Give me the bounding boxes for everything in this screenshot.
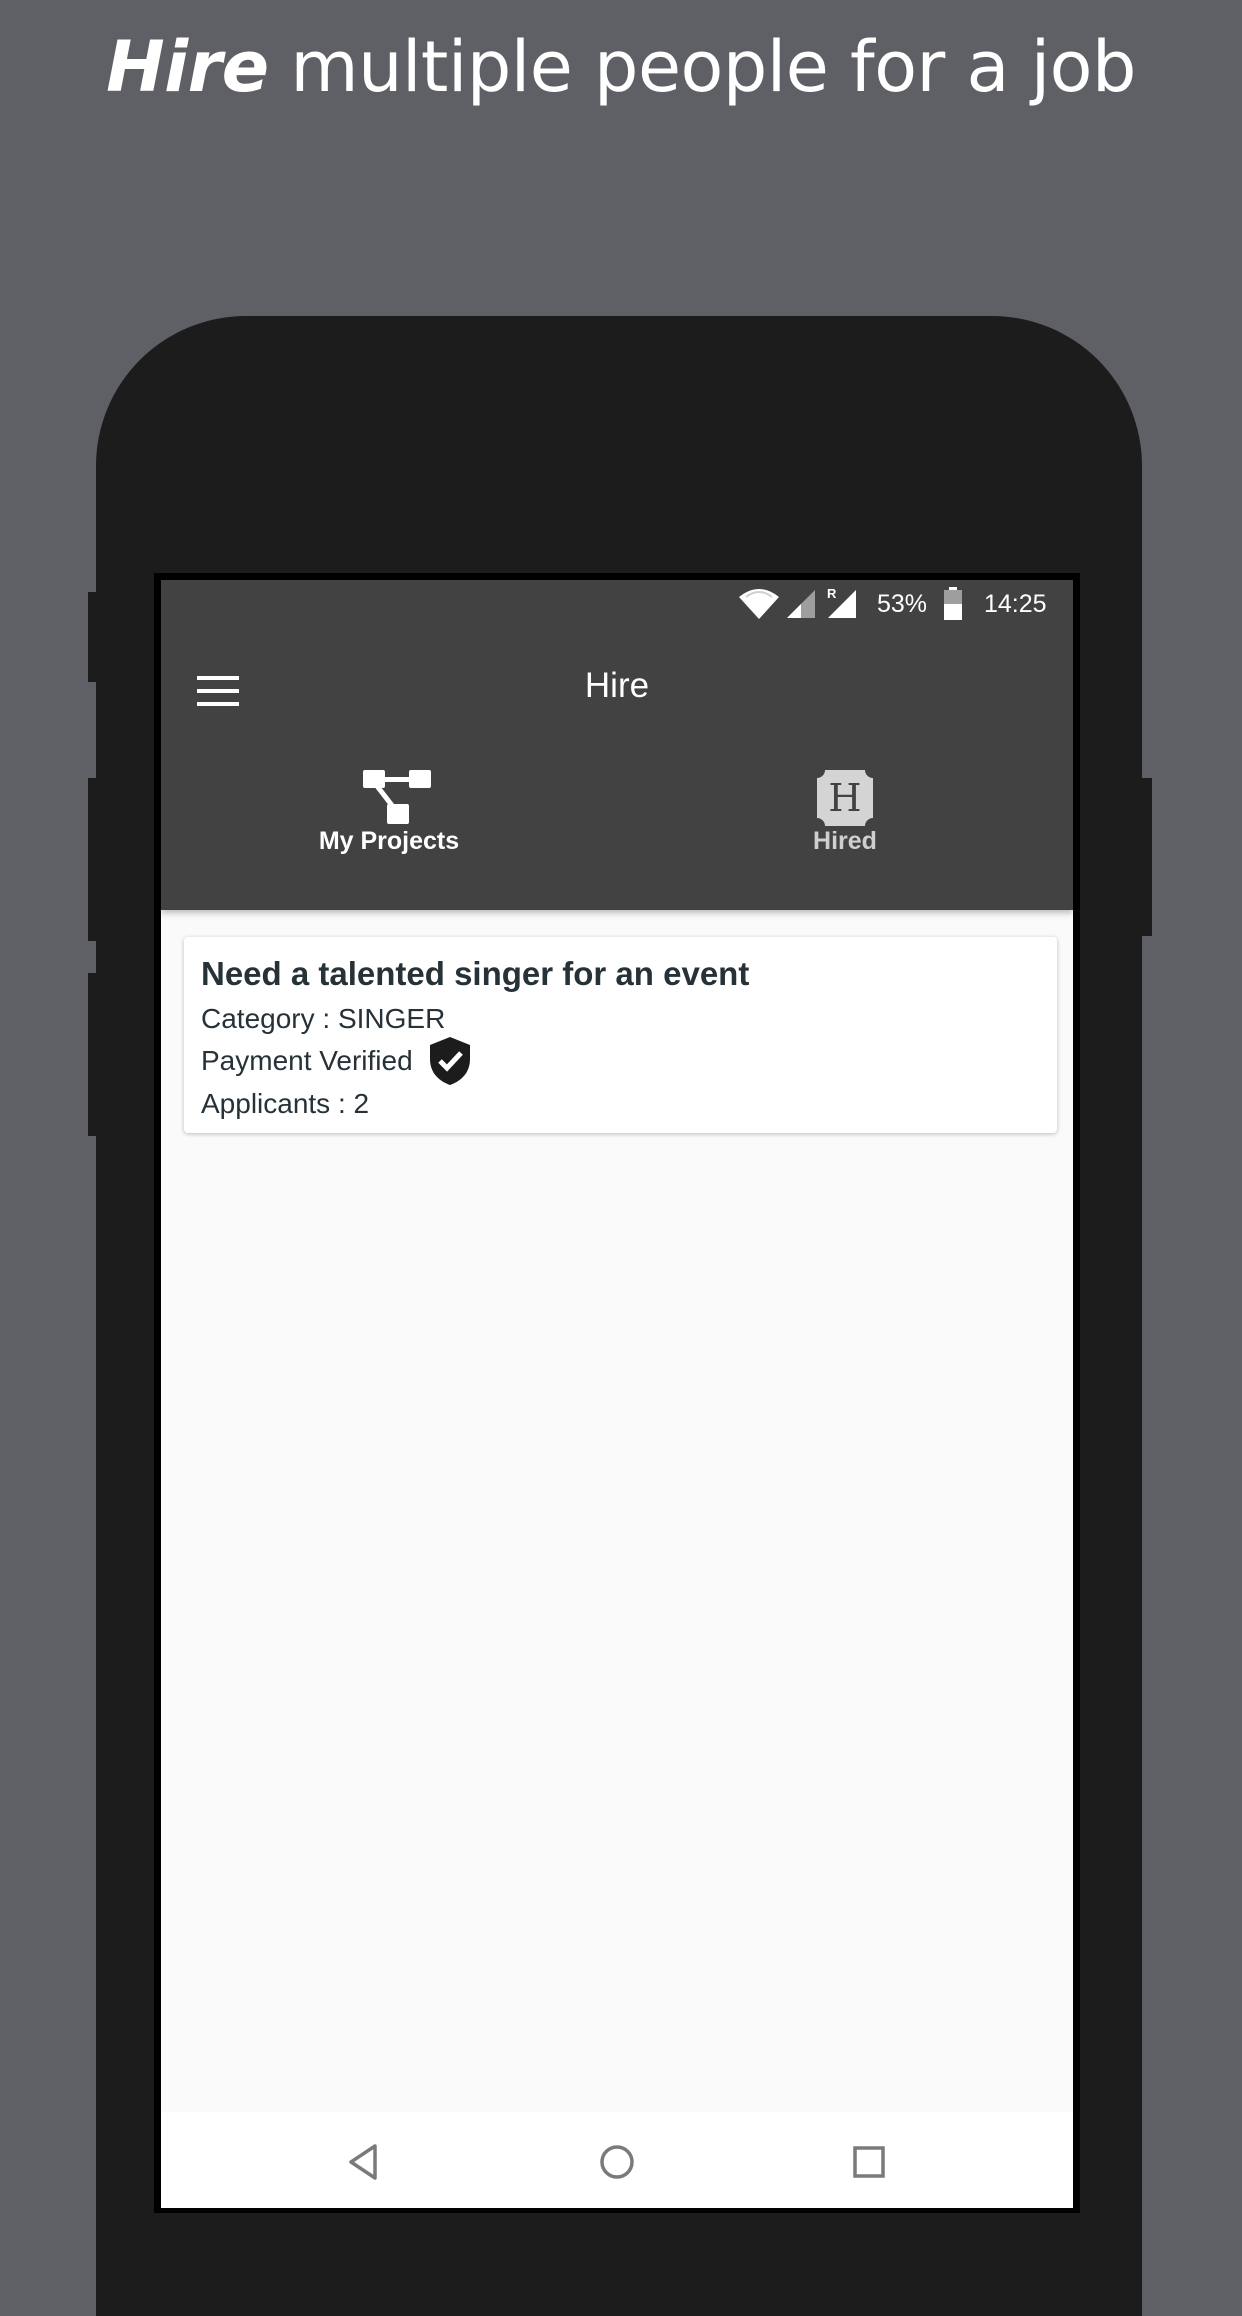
back-icon[interactable]	[343, 2140, 387, 2184]
toolbar-title: Hire	[584, 666, 650, 705]
app-bar: R 53% 14:25 Hire My Projects H Hired	[161, 580, 1073, 910]
signal-icon	[787, 590, 815, 618]
verified-shield-icon	[430, 1037, 470, 1085]
project-category: Category : SINGER	[201, 1003, 446, 1034]
roaming-signal-icon	[828, 590, 856, 618]
battery-percentage: 53%	[877, 590, 928, 618]
device-screen: R 53% 14:25 Hire My Projects H Hired Nee…	[161, 580, 1073, 2208]
battery-icon	[944, 587, 962, 620]
promo-headline: Hire multiple people for a job	[0, 22, 1242, 112]
tab-my-projects-label: My Projects	[318, 827, 460, 855]
hired-badge-letter: H	[828, 776, 861, 820]
home-icon[interactable]	[595, 2140, 639, 2184]
phone-side-button	[88, 778, 98, 941]
tab-hired-label: Hired	[813, 827, 877, 855]
payment-status-label: Payment Verified	[201, 1045, 413, 1076]
headline-rest: multiple people for a job	[290, 26, 1136, 108]
projects-icon	[363, 770, 431, 824]
wifi-icon	[739, 589, 779, 619]
hired-badge-icon: H	[817, 770, 873, 826]
tab-hired[interactable]: H Hired	[617, 770, 1073, 910]
status-time: 14:25	[984, 590, 1047, 618]
tab-my-projects[interactable]: My Projects	[161, 770, 617, 910]
navigation-bar	[161, 2112, 1073, 2208]
phone-side-button	[88, 973, 98, 1136]
phone-side-button	[88, 592, 98, 682]
recents-icon[interactable]	[847, 2140, 891, 2184]
project-title: Need a talented singer for an event	[201, 955, 750, 992]
project-card[interactable]: Need a talented singer for an event Cate…	[184, 937, 1057, 1133]
project-applicants: Applicants : 2	[201, 1088, 370, 1119]
headline-emphasis: Hire	[106, 26, 269, 108]
payment-status: Payment Verified	[201, 1037, 470, 1085]
status-bar: R 53% 14:25	[161, 580, 1073, 630]
phone-side-button	[1140, 778, 1152, 936]
